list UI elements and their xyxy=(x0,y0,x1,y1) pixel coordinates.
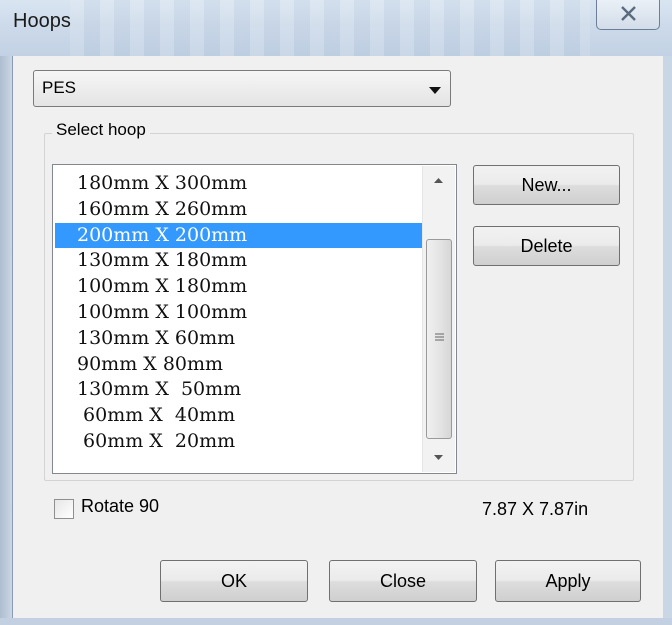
x-close-icon xyxy=(621,6,636,21)
scroll-thumb[interactable] xyxy=(426,239,452,439)
hoop-list-item[interactable]: 130mm X 60mm xyxy=(55,326,422,352)
window-frame-right xyxy=(662,56,672,625)
scroll-up-button[interactable] xyxy=(423,166,455,196)
hoop-list-item[interactable]: 100mm X 180mm xyxy=(55,274,422,300)
hoop-list-item[interactable]: 100mm X 100mm xyxy=(55,300,422,326)
hoop-list-item[interactable]: 90mm X 80mm xyxy=(55,352,422,378)
format-dropdown[interactable]: PES xyxy=(33,70,451,107)
delete-hoop-button[interactable]: Delete xyxy=(473,226,620,266)
hoop-list-item[interactable]: 130mm X 180mm xyxy=(55,248,422,274)
window-frame-bottom xyxy=(0,618,672,625)
title-bar: Hoops xyxy=(0,0,672,56)
rotate-90-label[interactable]: Rotate 90 xyxy=(81,496,159,517)
rotate-90-checkbox[interactable] xyxy=(54,499,74,519)
hoop-list-scrollbar[interactable] xyxy=(422,166,455,472)
hoop-list-item[interactable]: 60mm X 20mm xyxy=(55,429,422,455)
scroll-grip-icon xyxy=(435,333,444,341)
hoop-list-item[interactable]: 180mm X 300mm xyxy=(55,171,422,197)
hoop-list-item[interactable]: 200mm X 200mm xyxy=(55,222,422,249)
hoop-list-item[interactable]: 160mm X 260mm xyxy=(55,197,422,223)
hoop-list-item[interactable]: 60mm X 40mm xyxy=(55,403,422,429)
hoop-size-readout: 7.87 X 7.87in xyxy=(482,499,589,519)
hoop-listbox[interactable]: 180mm X 300mm 160mm X 260mm 200mm X 200mm 1… xyxy=(52,164,457,474)
select-hoop-label: Select hoop xyxy=(52,120,150,140)
title-bar-background xyxy=(70,0,590,56)
window-close-button[interactable] xyxy=(596,0,660,30)
scroll-down-arrow-icon xyxy=(434,455,443,460)
hoop-list-item[interactable]: 130mm X 50mm xyxy=(55,377,422,403)
scroll-up-arrow-icon xyxy=(434,178,443,183)
apply-button[interactable]: Apply xyxy=(495,560,641,602)
window-title: Hoops xyxy=(13,10,71,32)
dropdown-arrow-icon xyxy=(429,87,441,94)
format-dropdown-value: PES xyxy=(42,78,77,97)
ok-button[interactable]: OK xyxy=(160,560,308,602)
close-button[interactable]: Close xyxy=(329,560,477,602)
new-hoop-button[interactable]: New... xyxy=(473,165,620,205)
scroll-down-button[interactable] xyxy=(423,442,455,472)
hoop-list-items: 180mm X 300mm 160mm X 260mm 200mm X 200mm 1… xyxy=(55,171,422,455)
window-frame-left xyxy=(0,56,12,625)
